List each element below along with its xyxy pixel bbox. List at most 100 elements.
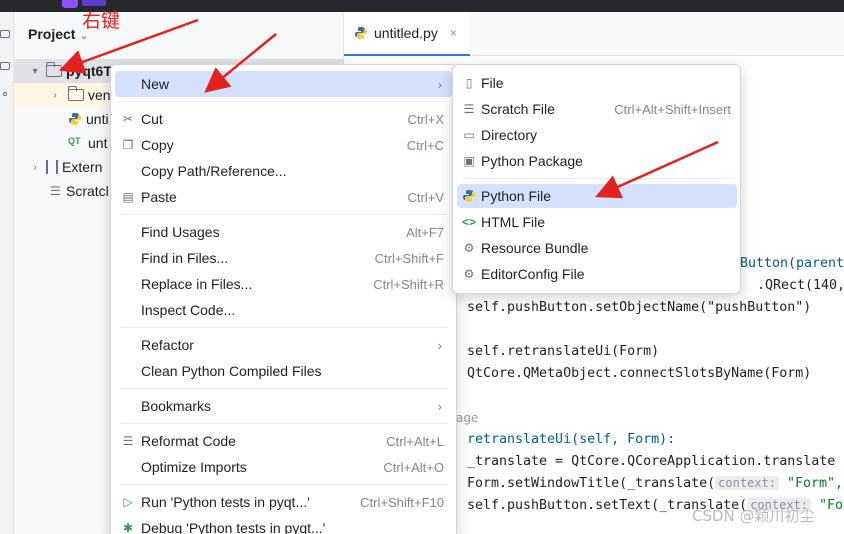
python-icon <box>457 189 481 204</box>
menu-item-shortcut: Ctrl+Shift+R <box>373 276 444 292</box>
submenu-item-editorconfig[interactable]: ⚙ EditorConfig File <box>457 262 737 286</box>
submenu-item-resource-bundle[interactable]: ⚙ Resource Bundle <box>457 236 737 260</box>
context-menu: New › ✂ Cut Ctrl+X ❐ Copy Ctrl+C Copy Pa… <box>110 64 457 534</box>
scratches-icon: ☰ <box>50 184 61 198</box>
watermark: CSDN @颖川初尘 <box>692 507 815 525</box>
menu-item-label: Refactor <box>141 337 194 353</box>
code-line[interactable]: _translate = QtCore.QCoreApplication.tra… <box>467 454 835 469</box>
structure-tool-icon[interactable] <box>0 62 10 70</box>
submenu-item-label: Python Package <box>481 153 583 169</box>
menu-separator <box>121 484 447 485</box>
tree-label: unti <box>86 111 109 127</box>
submenu-item-label: Resource Bundle <box>481 240 589 256</box>
editor-tab-bar: untitled.py × <box>344 12 844 56</box>
menu-item-reformat-code[interactable]: ☰ Reformat Code Ctrl+Alt+L <box>115 428 452 454</box>
tree-label: Scratcl <box>66 183 109 199</box>
menu-item-shortcut: Ctrl+Alt+O <box>383 459 444 475</box>
submenu-item-label: Directory <box>481 127 538 143</box>
more-tools-icon[interactable] <box>3 92 7 96</box>
menu-item-label: Find Usages <box>141 224 220 240</box>
menu-item-label: Reformat Code <box>141 433 236 449</box>
code-line[interactable]: QtCore.QMetaObject.connectSlotsByName(Fo… <box>467 366 811 381</box>
menu-item-label: Bookmarks <box>141 398 212 414</box>
menu-item-label: Inspect Code... <box>141 302 236 318</box>
tool-window-strip <box>0 12 14 534</box>
menu-separator <box>121 327 447 328</box>
code-line[interactable]: self.pushButton.setObjectName("pushButto… <box>467 300 811 315</box>
chevron-right-icon: › <box>437 337 442 353</box>
menu-item-inspect-code[interactable]: Inspect Code... <box>115 297 452 323</box>
folder-icon: ▭ <box>463 128 475 142</box>
menu-item-copy[interactable]: ❐ Copy Ctrl+C <box>115 132 452 158</box>
menu-item-optimize-imports[interactable]: Optimize Imports Ctrl+Alt+O <box>115 454 452 480</box>
menu-item-debug-tests[interactable]: ✱ Debug 'Python tests in pyqt...' <box>115 515 452 534</box>
menu-item-replace-in-files[interactable]: Replace in Files... Ctrl+Shift+R <box>115 271 452 297</box>
submenu-item-label: Python File <box>481 188 552 204</box>
menu-item-clean-compiled[interactable]: Clean Python Compiled Files <box>115 358 452 384</box>
menu-item-label: Paste <box>141 189 177 205</box>
close-tab-icon[interactable]: × <box>450 26 457 40</box>
reformat-icon: ☰ <box>122 434 134 448</box>
project-tool-icon[interactable] <box>0 30 10 38</box>
menu-item-label: Copy <box>141 137 174 153</box>
menu-item-label: Run 'Python tests in pyqt...' <box>141 494 310 510</box>
menu-item-bookmarks[interactable]: Bookmarks › <box>115 393 452 419</box>
code-text: .QRect(140, 1 <box>757 278 844 293</box>
debug-icon: ✱ <box>122 521 134 534</box>
menu-item-run-tests[interactable]: ▷ Run 'Python tests in pyqt...' Ctrl+Shi… <box>115 489 452 515</box>
editorconfig-icon: ⚙ <box>463 267 475 281</box>
code-text: self.retranslateUi(Form) <box>467 344 660 359</box>
menu-item-shortcut: Ctrl+Alt+L <box>386 433 444 449</box>
tree-label: ven <box>88 87 111 103</box>
tab-untitled-py[interactable]: untitled.py × <box>344 12 470 56</box>
code-line[interactable]: self.retranslateUi(Form) <box>467 344 659 359</box>
submenu-item-python-file[interactable]: Python File <box>457 184 737 208</box>
library-icon <box>46 160 58 174</box>
menu-item-label: Debug 'Python tests in pyqt...' <box>141 520 326 534</box>
code-text: Form.setWindowTitle(_translate( <box>467 476 716 491</box>
chevron-right-icon[interactable]: › <box>48 90 62 101</box>
code-text: retranslateUi(self, Form): <box>467 432 676 447</box>
paste-icon: ▤ <box>122 190 134 204</box>
menu-item-copy-path[interactable]: Copy Path/Reference... <box>115 158 452 184</box>
resource-bundle-icon: ⚙ <box>463 241 475 255</box>
submenu-item-label: HTML File <box>481 214 546 230</box>
submenu-item-shortcut: Ctrl+Alt+Shift+Insert <box>614 101 731 117</box>
scissors-icon: ✂ <box>122 112 134 126</box>
menu-item-shortcut: Ctrl+C <box>406 137 444 153</box>
tab-label: untitled.py <box>374 25 438 41</box>
code-text: _translate = QtCore.QCoreApplication.tra… <box>467 454 836 469</box>
menu-separator <box>121 423 447 424</box>
menu-item-find-usages[interactable]: Find Usages Alt+F7 <box>115 219 452 245</box>
menu-item-refactor[interactable]: Refactor › <box>115 332 452 358</box>
code-string: "Form <box>819 498 844 513</box>
code-line[interactable]: .QRect(140, 1 <box>757 278 844 293</box>
submenu-item-python-package[interactable]: ▣ Python Package <box>457 149 737 173</box>
annotation-label: 右键 <box>82 10 121 32</box>
menu-item-new[interactable]: New › <box>115 71 452 97</box>
submenu-item-html-file[interactable]: <> HTML File <box>457 210 737 234</box>
project-title-label: Project <box>28 26 76 42</box>
submenu-item-label: Scratch File <box>481 101 555 117</box>
submenu-item-directory[interactable]: ▭ Directory <box>457 123 737 147</box>
code-text: self.pushButton.setObjectName("pushButto… <box>467 300 812 315</box>
tree-label: Extern <box>62 159 103 175</box>
new-submenu: ▯ File ☰ Scratch File Ctrl+Alt+Shift+Ins… <box>452 64 741 294</box>
menu-item-cut[interactable]: ✂ Cut Ctrl+X <box>115 106 452 132</box>
title-bar <box>0 0 844 12</box>
chevron-right-icon[interactable]: › <box>28 162 42 173</box>
parameter-hint: context: <box>715 476 779 490</box>
app-logo-icon <box>62 0 78 8</box>
chevron-down-icon[interactable]: ▾ <box>28 66 42 77</box>
code-line[interactable]: Button(parent= <box>740 256 844 271</box>
code-line[interactable]: Form.setWindowTitle(_translate(context: … <box>467 476 843 491</box>
submenu-item-file[interactable]: ▯ File <box>457 71 737 95</box>
menu-separator <box>121 388 447 389</box>
submenu-item-scratch-file[interactable]: ☰ Scratch File Ctrl+Alt+Shift+Insert <box>457 97 737 121</box>
menu-item-find-in-files[interactable]: Find in Files... Ctrl+Shift+F <box>115 245 452 271</box>
project-panel-title[interactable]: Project ⌄ <box>28 26 89 42</box>
chevron-right-icon: › <box>437 398 442 414</box>
menu-item-paste[interactable]: ▤ Paste Ctrl+V <box>115 184 452 210</box>
menu-item-label: Copy Path/Reference... <box>141 163 287 179</box>
code-line[interactable]: retranslateUi(self, Form): <box>467 432 675 447</box>
